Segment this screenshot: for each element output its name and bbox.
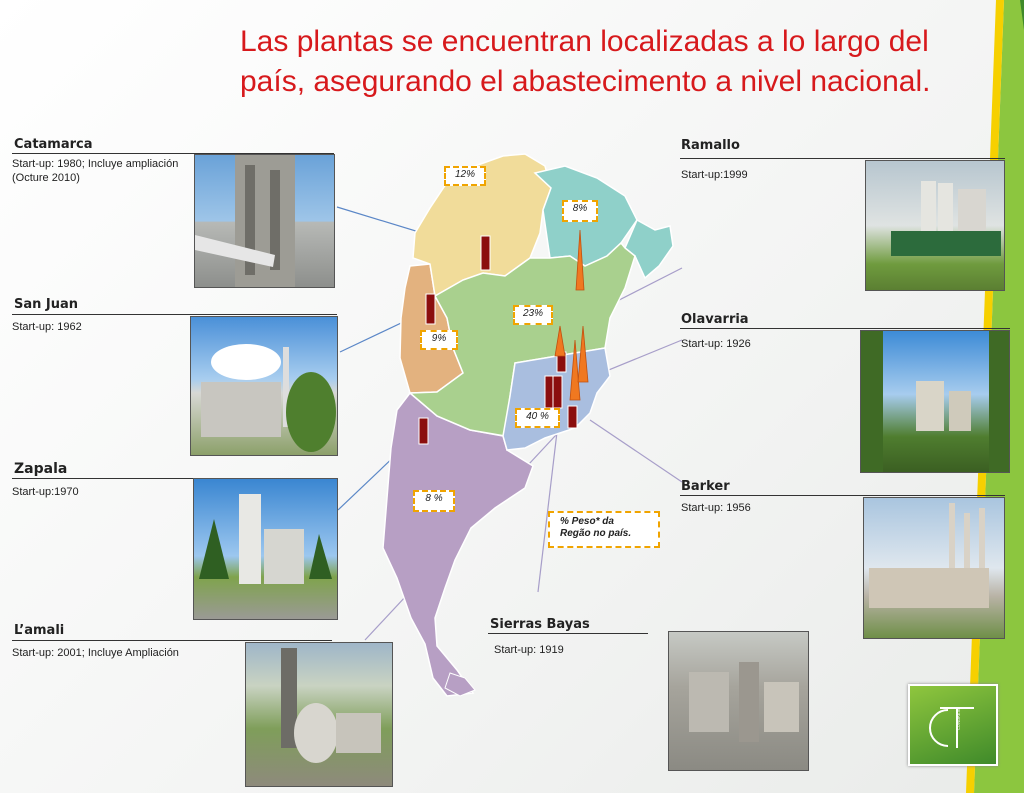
legend-line-2: Regão no país.	[560, 528, 632, 539]
plant-name-zapala: Zapala	[14, 461, 68, 477]
startup-lamali: Start-up: 2001; Incluye Ampliación	[12, 647, 179, 659]
startup-catamarca-2: (Octure 2010)	[12, 172, 80, 184]
startup-zapala: Start-up:1970	[12, 486, 79, 498]
plant-name-ramallo: Ramallo	[681, 138, 740, 153]
bar-zapala	[418, 417, 429, 445]
divider	[12, 314, 337, 315]
bar-san-juan	[425, 293, 436, 325]
bar-catamarca	[480, 235, 491, 271]
bar-barker	[567, 405, 578, 429]
photo-san-juan	[190, 316, 338, 456]
photo-sierras-bayas	[668, 631, 809, 771]
divider	[680, 328, 1010, 329]
legend-line-1: % Peso* da	[560, 516, 614, 527]
divider	[680, 495, 1005, 496]
photo-ramallo	[865, 160, 1005, 291]
photo-catamarca	[194, 154, 335, 288]
startup-olavarria: Start-up: 1926	[681, 338, 751, 350]
congreso-tecnico-logo: CONGRESO	[908, 684, 998, 766]
photo-zapala	[193, 478, 338, 620]
pct-label-center: 23%	[513, 305, 553, 325]
plant-name-catamarca: Catamarca	[14, 137, 93, 152]
divider	[12, 640, 332, 641]
pct-label-ne: 8%	[562, 200, 598, 222]
startup-catamarca-1: Start-up: 1980; Incluye ampliación	[12, 158, 179, 170]
divider	[488, 633, 648, 634]
startup-san-juan: Start-up: 1962	[12, 321, 82, 333]
plant-name-lamali: L’amali	[14, 623, 65, 638]
spike-center-1	[554, 325, 566, 357]
plant-name-san-juan: San Juan	[14, 297, 79, 312]
pct-label-pampa: 40 %	[515, 408, 560, 428]
startup-ramallo: Start-up:1999	[681, 169, 748, 181]
plant-name-barker: Barker	[681, 479, 730, 494]
spike-center-3	[577, 325, 589, 383]
startup-sierras-bayas: Start-up: 1919	[494, 644, 564, 656]
plant-name-sierras-bayas: Sierras Bayas	[490, 617, 590, 632]
spike-ramallo	[575, 229, 585, 291]
bar-olavarria-2	[552, 375, 563, 409]
spike-center-2	[569, 339, 581, 401]
map-legend: % Peso* da Regão no país.	[548, 511, 660, 548]
photo-olavarria	[860, 330, 1010, 473]
pct-label-south: 8 %	[413, 490, 455, 512]
pct-label-nw: 12%	[444, 166, 486, 186]
photo-barker	[863, 497, 1005, 639]
pct-label-cuyo: 9%	[420, 330, 458, 350]
photo-lamali	[245, 642, 393, 787]
svg-text:CONGRESO: CONGRESO	[956, 707, 961, 730]
plant-name-olavarria: Olavarria	[681, 312, 749, 327]
divider	[680, 158, 1005, 159]
startup-barker: Start-up: 1956	[681, 502, 751, 514]
